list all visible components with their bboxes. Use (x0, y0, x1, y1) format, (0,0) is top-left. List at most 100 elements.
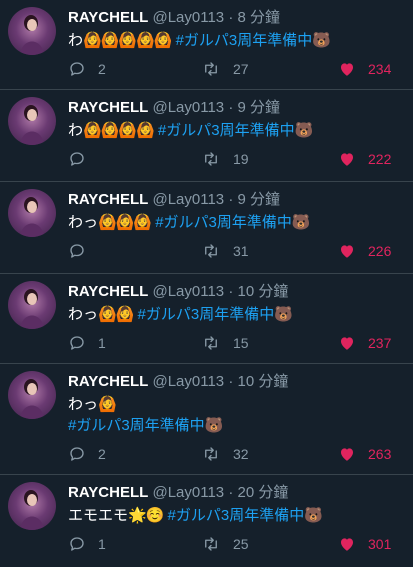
like-button[interactable]: 263 (338, 445, 391, 463)
hashtag-link[interactable]: #ガルパ3周年準備中 (158, 122, 295, 139)
display-name[interactable]: RAYCHELL (68, 191, 148, 208)
timestamp[interactable]: 20 分鐘 (237, 484, 288, 501)
avatar[interactable] (8, 189, 56, 237)
tweet-text: わ🙆🙆🙆🙆🙆 #ガルパ3周年準備中🐻 (68, 30, 401, 51)
reply-count: 1 (98, 536, 106, 552)
tweet[interactable]: RAYCHELL @Lay0113 · 8 分鐘 わ🙆🙆🙆🙆🙆 #ガルパ3周年準… (0, 0, 413, 90)
user-handle[interactable]: @Lay0113 (152, 283, 224, 300)
bear-emoji: 🐻 (291, 214, 311, 231)
like-button[interactable]: 234 (338, 60, 391, 78)
retweet-icon (205, 336, 217, 350)
heart-icon (341, 337, 353, 350)
tweet-text-prefix: わ (68, 122, 84, 139)
display-name[interactable]: RAYCHELL (68, 373, 148, 390)
emoji-sequence: 🙆 (98, 396, 117, 413)
retweet-icon (205, 244, 217, 258)
reply-icon (70, 152, 84, 166)
retweet-count: 27 (233, 61, 249, 77)
separator: · (228, 283, 234, 300)
reply-button[interactable] (68, 150, 98, 168)
like-count: 301 (368, 536, 392, 552)
action-bar: 31 226 (68, 235, 401, 267)
avatar[interactable] (8, 482, 56, 530)
hashtag-link[interactable]: #ガルパ3周年準備中 (68, 417, 205, 434)
like-count: 222 (368, 151, 392, 167)
avatar[interactable] (8, 371, 56, 419)
reply-icon (70, 336, 84, 350)
retweet-count: 15 (233, 335, 249, 351)
reply-button[interactable]: 1 (68, 535, 106, 553)
reply-button[interactable] (68, 242, 98, 260)
timestamp[interactable]: 9 分鐘 (237, 191, 280, 208)
avatar[interactable] (8, 281, 56, 329)
retweet-icon (205, 152, 217, 166)
retweet-icon (205, 537, 217, 551)
retweet-button[interactable]: 15 (201, 334, 249, 352)
like-button[interactable]: 222 (338, 150, 391, 168)
display-name[interactable]: RAYCHELL (68, 99, 148, 116)
reply-count: 1 (98, 335, 106, 351)
separator: · (228, 191, 234, 208)
heart-icon (341, 245, 353, 258)
retweet-count: 25 (233, 536, 249, 552)
timestamp[interactable]: 10 分鐘 (237, 283, 288, 300)
user-handle[interactable]: @Lay0113 (152, 484, 224, 501)
timestamp[interactable]: 8 分鐘 (237, 9, 280, 26)
user-handle[interactable]: @Lay0113 (152, 9, 224, 26)
like-button[interactable]: 237 (338, 334, 391, 352)
tweet-text-prefix: エモエモ (68, 507, 129, 524)
bear-emoji: 🐻 (274, 306, 293, 323)
hashtag-link[interactable]: #ガルパ3周年準備中 (168, 507, 305, 524)
retweet-button[interactable]: 25 (201, 535, 249, 553)
action-bar: 2 32 263 (68, 438, 401, 470)
avatar[interactable] (8, 7, 56, 55)
tweet-text-prefix: わ (68, 32, 84, 49)
retweet-button[interactable]: 31 (201, 242, 249, 260)
hashtag-link[interactable]: #ガルパ3周年準備中 (155, 214, 292, 231)
retweet-button[interactable]: 19 (201, 150, 249, 168)
user-handle[interactable]: @Lay0113 (152, 99, 224, 116)
heart-icon (341, 153, 353, 166)
like-count: 263 (368, 446, 392, 462)
tweet[interactable]: RAYCHELL @Lay0113 · 10 分鐘 わっ🙆🙆 #ガルパ3周年準備… (0, 274, 413, 364)
heart-icon (341, 448, 353, 461)
tweet-feed: RAYCHELL @Lay0113 · 8 分鐘 わ🙆🙆🙆🙆🙆 #ガルパ3周年準… (0, 0, 413, 567)
hashtag-link[interactable]: #ガルパ3周年準備中 (138, 306, 275, 323)
reply-icon (70, 244, 84, 258)
retweet-icon (205, 447, 217, 461)
tweet[interactable]: RAYCHELL @Lay0113 · 20 分鐘 エモエモ🌟☺️ #ガルパ3周… (0, 475, 413, 567)
action-bar: 1 25 301 (68, 528, 401, 560)
hashtag-link[interactable]: #ガルパ3周年準備中 (176, 32, 313, 49)
action-bar: 2 27 234 (68, 53, 401, 85)
timestamp[interactable]: 9 分鐘 (237, 99, 280, 116)
display-name[interactable]: RAYCHELL (68, 283, 148, 300)
action-bar: 1 15 237 (68, 327, 401, 359)
retweet-count: 31 (233, 243, 249, 259)
like-button[interactable]: 226 (338, 242, 391, 260)
avatar[interactable] (8, 97, 56, 145)
tweet[interactable]: RAYCHELL @Lay0113 · 10 分鐘 わっ🙆 #ガルパ3周年準備中… (0, 364, 413, 475)
tweet-text: エモエモ🌟☺️ #ガルパ3周年準備中🐻 (68, 505, 401, 526)
retweet-icon (205, 62, 217, 76)
retweet-button[interactable]: 27 (201, 60, 249, 78)
bear-emoji: 🐻 (312, 32, 331, 49)
display-name[interactable]: RAYCHELL (68, 9, 148, 26)
bear-emoji: 🐻 (204, 417, 224, 434)
tweet[interactable]: RAYCHELL @Lay0113 · 9 分鐘 わっ🙆🙆🙆 #ガルパ3周年準備… (0, 182, 413, 274)
retweet-button[interactable]: 32 (201, 445, 249, 463)
reply-button[interactable]: 2 (68, 60, 106, 78)
separator: · (228, 99, 234, 116)
timestamp[interactable]: 10 分鐘 (237, 373, 288, 390)
action-bar: 19 222 (68, 143, 401, 175)
user-handle[interactable]: @Lay0113 (152, 373, 224, 390)
display-name[interactable]: RAYCHELL (68, 484, 148, 501)
emoji-sequence: 🙆🙆 (98, 306, 134, 323)
bear-emoji: 🐻 (294, 122, 314, 139)
like-button[interactable]: 301 (338, 535, 391, 553)
reply-button[interactable]: 2 (68, 445, 106, 463)
reply-button[interactable]: 1 (68, 334, 106, 352)
emoji-sequence: 🙆🙆🙆🙆 (83, 122, 155, 139)
user-handle[interactable]: @Lay0113 (152, 191, 224, 208)
tweet[interactable]: RAYCHELL @Lay0113 · 9 分鐘 わ🙆🙆🙆🙆 #ガルパ3周年準備… (0, 90, 413, 182)
retweet-count: 32 (233, 446, 249, 462)
